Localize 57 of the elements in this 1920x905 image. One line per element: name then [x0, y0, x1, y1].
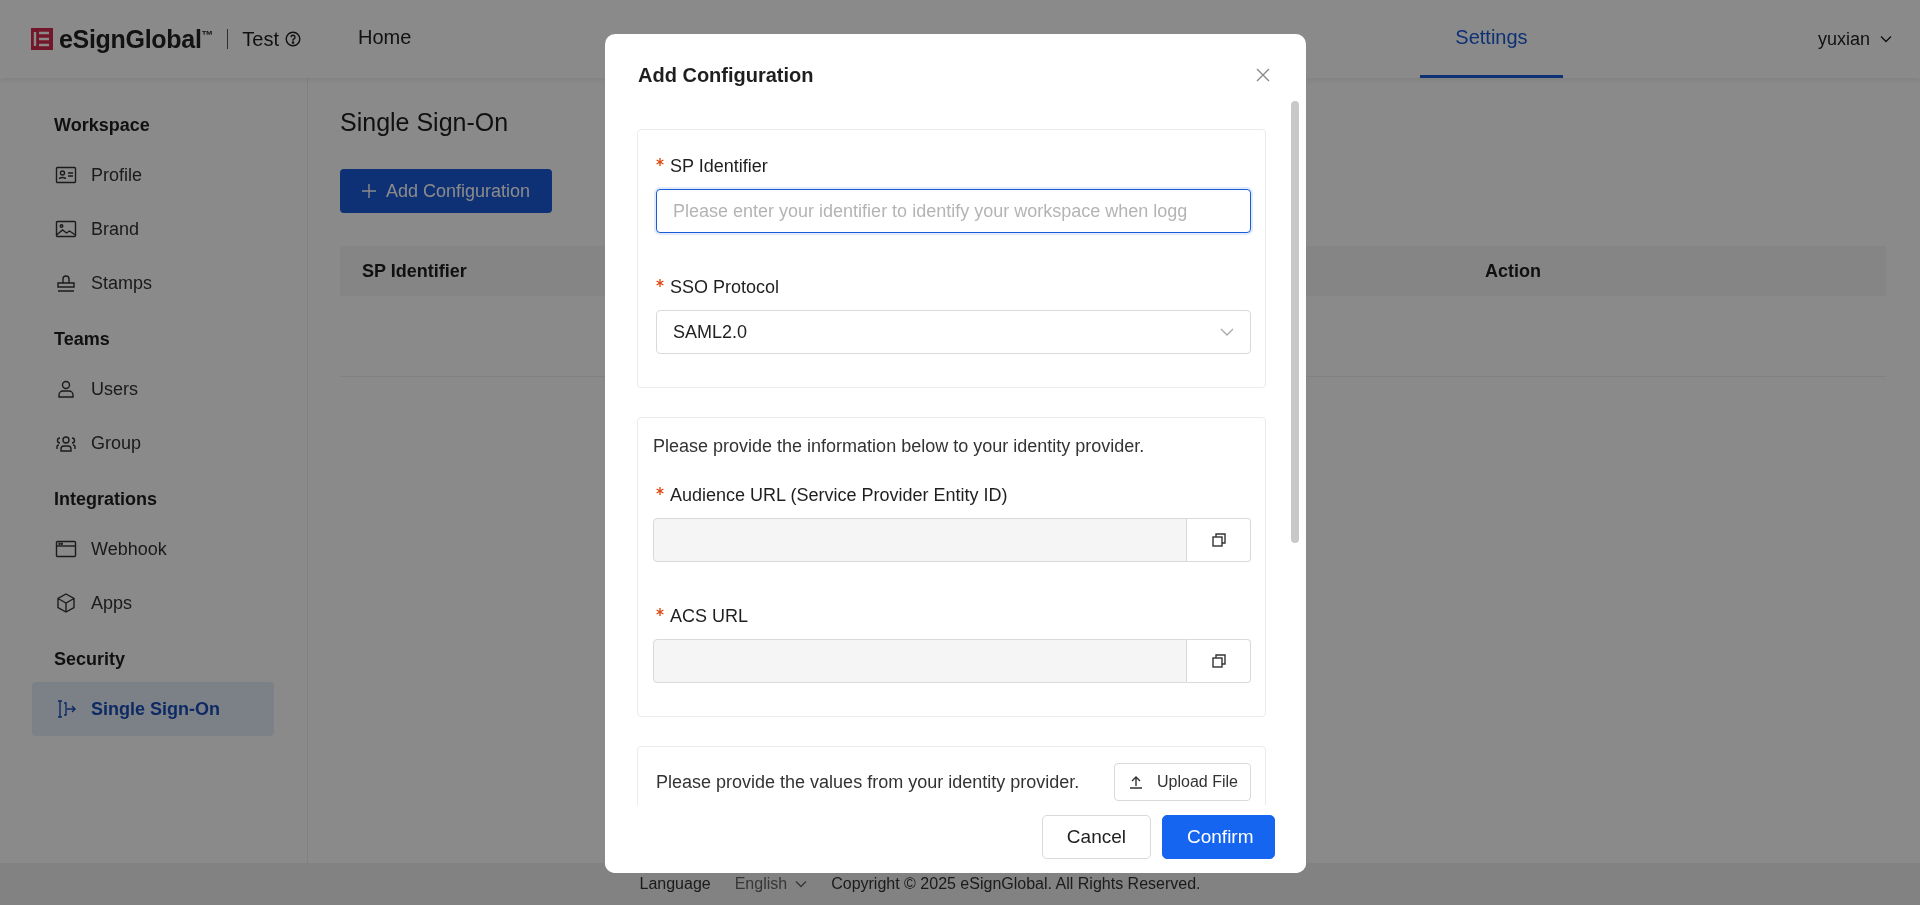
instruction-text: Please provide the values from your identity provider. — [656, 771, 1080, 793]
sidebar-item[interactable]: Single Sign-On — [32, 682, 274, 736]
language-label: Language — [639, 875, 711, 893]
stamp-icon — [55, 272, 77, 294]
section-heading: Teams — [53, 327, 111, 351]
scrollbar[interactable] — [1291, 101, 1299, 543]
copy-icon — [1211, 654, 1226, 668]
logo-mark-icon — [31, 28, 53, 50]
workspace-name: Test — [242, 27, 279, 51]
column-header: SP Identifier — [362, 260, 467, 282]
field-label: ACS URL — [670, 606, 749, 627]
instruction-text: Please provide the information below to your identity provider. — [653, 436, 1146, 457]
copy-button[interactable] — [1187, 518, 1251, 562]
browser-window-icon — [55, 538, 77, 560]
user-icon — [55, 378, 77, 400]
chevron-down-icon — [1220, 328, 1234, 336]
field-label: SSO Protocol — [670, 277, 780, 298]
brand-name: eSignGlobal$^{™}$ — [59, 24, 214, 54]
sidebar-item[interactable]: Brand — [32, 202, 274, 256]
sidebar-item[interactable]: Stamps — [32, 256, 274, 310]
sidebar-item[interactable]: Apps — [32, 576, 274, 630]
section-heading: Workspace — [53, 113, 151, 137]
upload-file-button[interactable]: Upload File — [1114, 763, 1251, 801]
user-menu[interactable]: yuxian — [1817, 28, 1892, 50]
chevron-down-icon — [1880, 35, 1892, 43]
help-icon — [284, 31, 301, 47]
section-heading: Security — [53, 647, 127, 671]
sidebar-item[interactable]: Webhook — [32, 522, 274, 576]
protocol-select[interactable]: SAML2.0 — [656, 310, 1251, 354]
image-icon — [55, 218, 77, 240]
copy-icon — [1211, 533, 1226, 547]
nav-tab[interactable]: Home — [357, 0, 452, 78]
upload-icon — [1129, 775, 1144, 789]
section-heading: Integrations — [53, 487, 158, 511]
sp-identifier-field[interactable]: Please enter your identifier to identify your workspace when logg — [656, 189, 1251, 233]
copy-button[interactable] — [1187, 639, 1251, 683]
dialog-title: Add Configuration — [638, 63, 814, 87]
nav-tab[interactable]: Settings — [1419, 0, 1563, 78]
login-arrow-icon — [55, 698, 77, 720]
close-button[interactable] — [1254, 66, 1272, 84]
field-label: SP Identifier — [670, 156, 768, 177]
cube-icon — [55, 592, 77, 614]
cancel-button[interactable]: Cancel — [1041, 815, 1151, 859]
id-card-icon — [55, 164, 77, 186]
column-header: Action — [1485, 260, 1541, 282]
confirm-button[interactable]: Confirm — [1162, 815, 1275, 859]
sidebar-item[interactable]: Group — [32, 416, 274, 470]
page-title: Single Sign-On — [340, 108, 510, 137]
field-label: Audience URL (Service Provider Entity ID) — [670, 485, 1008, 506]
close-icon — [1256, 68, 1270, 82]
language-selector[interactable]: English — [734, 875, 808, 893]
add-configuration-button[interactable]: Add Configuration — [340, 169, 553, 213]
copyright-text: Copyright © 2025 eSignGlobal. All Rights Reserved. — [831, 875, 1201, 893]
sidebar-item[interactable]: Users — [32, 362, 274, 416]
sidebar-item[interactable]: Profile — [32, 148, 274, 202]
chevron-down-icon — [795, 880, 808, 888]
plus-icon — [362, 184, 376, 198]
